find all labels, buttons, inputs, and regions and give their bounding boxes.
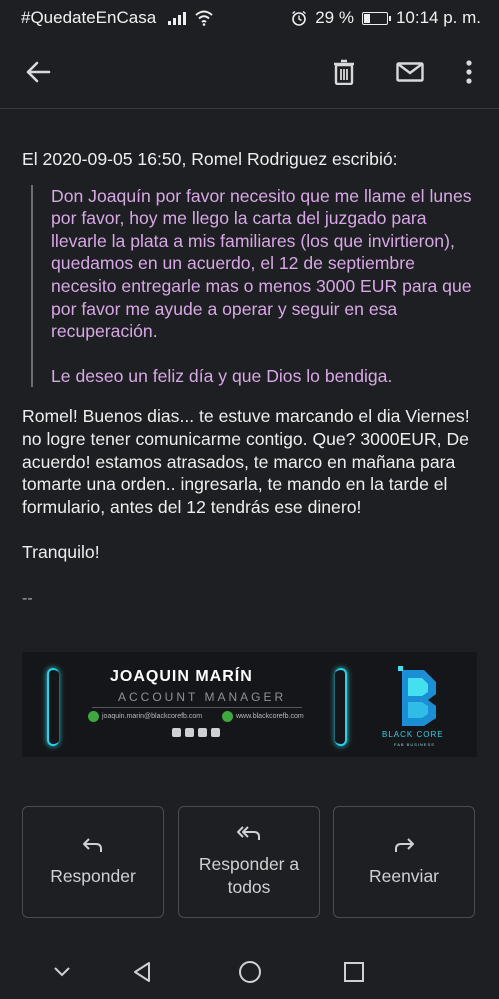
reply-icon	[83, 837, 102, 852]
signature-banner: JOAQUIN MARÍN ACCOUNT MANAGER joaquin.ma…	[22, 652, 477, 757]
battery-icon	[361, 11, 391, 25]
reply-all-label: Responder a todos	[198, 854, 300, 897]
reply-paragraph: Romel! Buenos dias... te estuve marcando…	[22, 406, 470, 517]
chevron-down-icon	[54, 967, 70, 977]
back-button[interactable]	[20, 54, 56, 90]
mark-unread-button[interactable]	[392, 54, 428, 90]
triangle-back-icon	[134, 962, 150, 982]
quoted-paragraph: Le deseo un feliz día y que Dios lo bend…	[51, 365, 393, 386]
square-recents-icon	[344, 962, 364, 982]
quoted-message: Don Joaquín por favor necesito que me ll…	[31, 184, 482, 388]
signature-name: JOAQUIN MARÍN	[110, 668, 253, 685]
status-hashtag: #QuedateEnCasa	[21, 8, 157, 27]
forward-button[interactable]: Reenviar	[333, 806, 475, 918]
social-icons	[172, 728, 220, 737]
wifi-icon	[195, 10, 213, 26]
more-options-button[interactable]	[451, 54, 487, 90]
signature-email-text: joaquin.marin@blackcorefb.com	[102, 713, 203, 720]
reply-all-button[interactable]: Responder a todos	[178, 806, 320, 918]
nav-recents-button[interactable]	[340, 959, 368, 985]
reply-label: Responder	[50, 865, 136, 886]
instagram-icon[interactable]	[198, 728, 207, 737]
forward-icon	[395, 837, 414, 852]
more-vert-icon	[466, 60, 472, 84]
bracket-decoration	[47, 668, 59, 746]
company-name: BLACK CORE	[382, 730, 444, 739]
email-actions: Responder Responder a todos Reenviar	[22, 806, 477, 920]
system-nav-bar	[0, 945, 499, 999]
forward-label: Reenviar	[368, 865, 440, 886]
facebook-icon[interactable]	[172, 728, 181, 737]
reply-all-icon	[237, 826, 260, 840]
clock: 10:14 p. m.	[395, 8, 481, 27]
signature-role: ACCOUNT MANAGER	[118, 690, 287, 704]
envelope-icon	[396, 62, 424, 82]
company-subtitle: FAB BUSINESS	[394, 742, 435, 747]
twitter-icon[interactable]	[185, 728, 194, 737]
reply-button[interactable]: Responder	[22, 806, 164, 918]
collapse-nav-button[interactable]	[48, 959, 76, 985]
alarm-icon	[292, 10, 307, 26]
delete-button[interactable]	[326, 54, 362, 90]
signal-icon	[168, 11, 187, 25]
status-bar: #QuedateEnCasa 29 % 10:14 p. m.	[0, 0, 499, 36]
company-logo	[398, 666, 436, 726]
circle-home-icon	[239, 961, 261, 983]
battery-percent: 29 %	[315, 8, 354, 27]
reply-paragraph: Tranquilo!	[22, 542, 100, 563]
signature-divider	[92, 707, 302, 708]
email-toolbar	[0, 36, 499, 109]
email-icon	[88, 711, 99, 722]
email-body: El 2020-09-05 16:50, Romel Rodriguez esc…	[22, 148, 482, 611]
trash-icon	[334, 59, 354, 85]
signature-website-text: www.blackcorefb.com	[236, 713, 304, 720]
nav-home-button[interactable]	[236, 959, 264, 985]
arrow-back-icon	[26, 61, 51, 83]
signature-website[interactable]: www.blackcorefb.com	[222, 711, 304, 722]
youtube-icon[interactable]	[211, 728, 220, 737]
quote-header: El 2020-09-05 16:50, Romel Rodriguez esc…	[22, 149, 398, 169]
reply-message: Romel! Buenos dias... te estuve marcando…	[22, 405, 482, 564]
nav-back-button[interactable]	[128, 959, 156, 985]
signature-email[interactable]: joaquin.marin@blackcorefb.com	[88, 711, 202, 722]
signature-separator: --	[22, 589, 33, 607]
quoted-paragraph: Don Joaquín por favor necesito que me ll…	[51, 185, 472, 342]
bracket-decoration	[335, 668, 347, 746]
globe-icon	[222, 711, 233, 722]
